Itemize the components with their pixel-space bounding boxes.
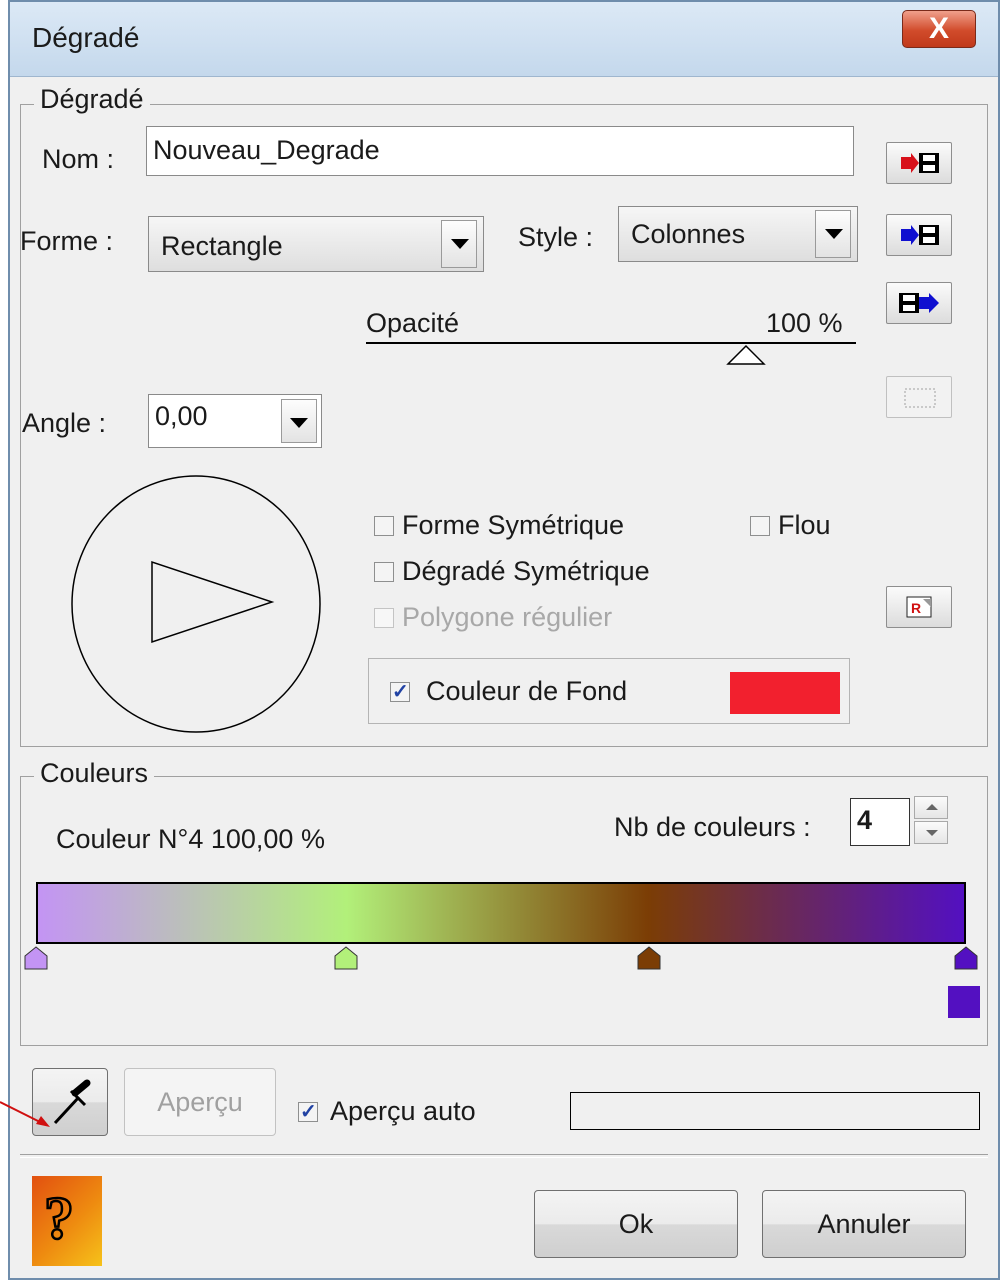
spin-up-button[interactable] <box>914 796 948 819</box>
apercu-auto-checkbox[interactable] <box>298 1099 318 1124</box>
flou-checkbox[interactable] <box>750 516 770 536</box>
couleur-de-fond-checkbox[interactable] <box>390 679 410 704</box>
apercu-button-label: Aperçu <box>157 1087 243 1117</box>
ok-button[interactable]: Ok <box>534 1190 738 1258</box>
import-save-blue-button[interactable] <box>886 214 952 256</box>
spin-down-button[interactable] <box>914 821 948 844</box>
nom-input-value: Nouveau_Degrade <box>153 135 380 165</box>
gradient-stop-4[interactable] <box>954 946 978 970</box>
selected-color-swatch[interactable] <box>948 986 980 1018</box>
chevron-up-icon <box>926 804 938 810</box>
nb-couleurs-spinner[interactable] <box>914 796 948 844</box>
chevron-down-icon[interactable] <box>441 220 477 268</box>
forme-label: Forme : <box>20 226 114 256</box>
couleur-de-fond-swatch[interactable] <box>730 672 840 714</box>
close-button[interactable]: X <box>902 10 976 48</box>
degrade-symetrique-label: Dégradé Symétrique <box>402 556 650 586</box>
degrade-group-legend: Dégradé <box>34 84 150 115</box>
forme-symetrique-label: Forme Symétrique <box>402 510 625 540</box>
style-label: Style : <box>518 222 594 252</box>
degrade-symetrique-checkbox[interactable] <box>374 562 394 582</box>
gradient-stops <box>24 946 978 976</box>
progress-bar <box>570 1092 980 1130</box>
angle-dial[interactable] <box>66 472 326 736</box>
nb-couleurs-label: Nb de couleurs : <box>614 812 811 842</box>
gradient-dialog: Dégradé X Dégradé Nom : Nouveau_Degrade … <box>8 0 1000 1280</box>
svg-text:R: R <box>911 600 921 616</box>
report-icon: R <box>906 596 932 618</box>
import-save-icon <box>901 153 939 173</box>
opacite-value: 100 % <box>766 308 843 338</box>
report-button[interactable]: R <box>886 586 952 628</box>
style-select[interactable]: Colonnes <box>618 206 858 262</box>
opacite-slider-thumb[interactable] <box>726 344 766 366</box>
help-button[interactable]: ? <box>32 1176 102 1266</box>
nom-input[interactable]: Nouveau_Degrade <box>146 126 854 176</box>
close-icon: X <box>928 12 949 45</box>
export-save-icon <box>899 293 939 313</box>
chevron-down-icon <box>290 418 308 428</box>
dotted-rect-icon <box>904 388 936 408</box>
gradient-stop-2[interactable] <box>334 946 358 970</box>
nb-couleurs-value: 4 <box>857 805 873 835</box>
nom-label: Nom : <box>42 144 115 174</box>
opacite-slider-track <box>366 342 856 344</box>
bottom-separator <box>20 1154 988 1158</box>
style-select-value: Colonnes <box>631 219 746 249</box>
apercu-auto-label: Aperçu auto <box>330 1096 476 1126</box>
svg-text:?: ? <box>44 1185 74 1251</box>
nb-couleurs-input[interactable]: 4 <box>850 798 910 846</box>
apercu-button[interactable]: Aperçu <box>124 1068 276 1136</box>
import-save-button[interactable] <box>886 142 952 184</box>
window-title: Dégradé <box>32 22 140 53</box>
angle-label: Angle : <box>22 408 107 438</box>
angle-value: 0,00 <box>155 401 208 431</box>
annuler-button-label: Annuler <box>817 1209 911 1239</box>
export-save-button[interactable] <box>886 282 952 324</box>
opacite-label: Opacité <box>366 308 460 338</box>
couleur-de-fond-label: Couleur de Fond <box>426 676 628 706</box>
flou-label: Flou <box>778 510 831 540</box>
chevron-down-icon[interactable] <box>815 210 851 258</box>
angle-combo[interactable]: 0,00 <box>148 394 322 448</box>
forme-select-value: Rectangle <box>161 231 283 261</box>
couleurs-group-legend: Couleurs <box>34 758 155 789</box>
couleur-info: Couleur N°4 100,00 % <box>56 824 325 854</box>
chevron-down-icon <box>926 830 938 836</box>
gradient-bar[interactable] <box>36 882 966 944</box>
import-save-blue-icon <box>901 225 939 245</box>
polygone-regulier-checkbox[interactable] <box>374 608 394 628</box>
angle-direction-triangle <box>151 560 275 644</box>
title-bar: Dégradé X <box>10 2 998 77</box>
selection-button[interactable] <box>886 376 952 418</box>
forme-select[interactable]: Rectangle <box>148 216 484 272</box>
gradient-stop-1[interactable] <box>24 946 48 970</box>
polygone-regulier-label: Polygone régulier <box>402 602 613 632</box>
help-icon: ? <box>43 1184 76 1253</box>
annuler-button[interactable]: Annuler <box>762 1190 966 1258</box>
ok-button-label: Ok <box>618 1209 654 1239</box>
annotation-arrow <box>0 1101 50 1127</box>
opacite-slider[interactable] <box>366 342 856 366</box>
forme-symetrique-checkbox[interactable] <box>374 516 394 536</box>
angle-dropdown-button[interactable] <box>281 399 317 443</box>
gradient-stop-3[interactable] <box>637 946 661 970</box>
